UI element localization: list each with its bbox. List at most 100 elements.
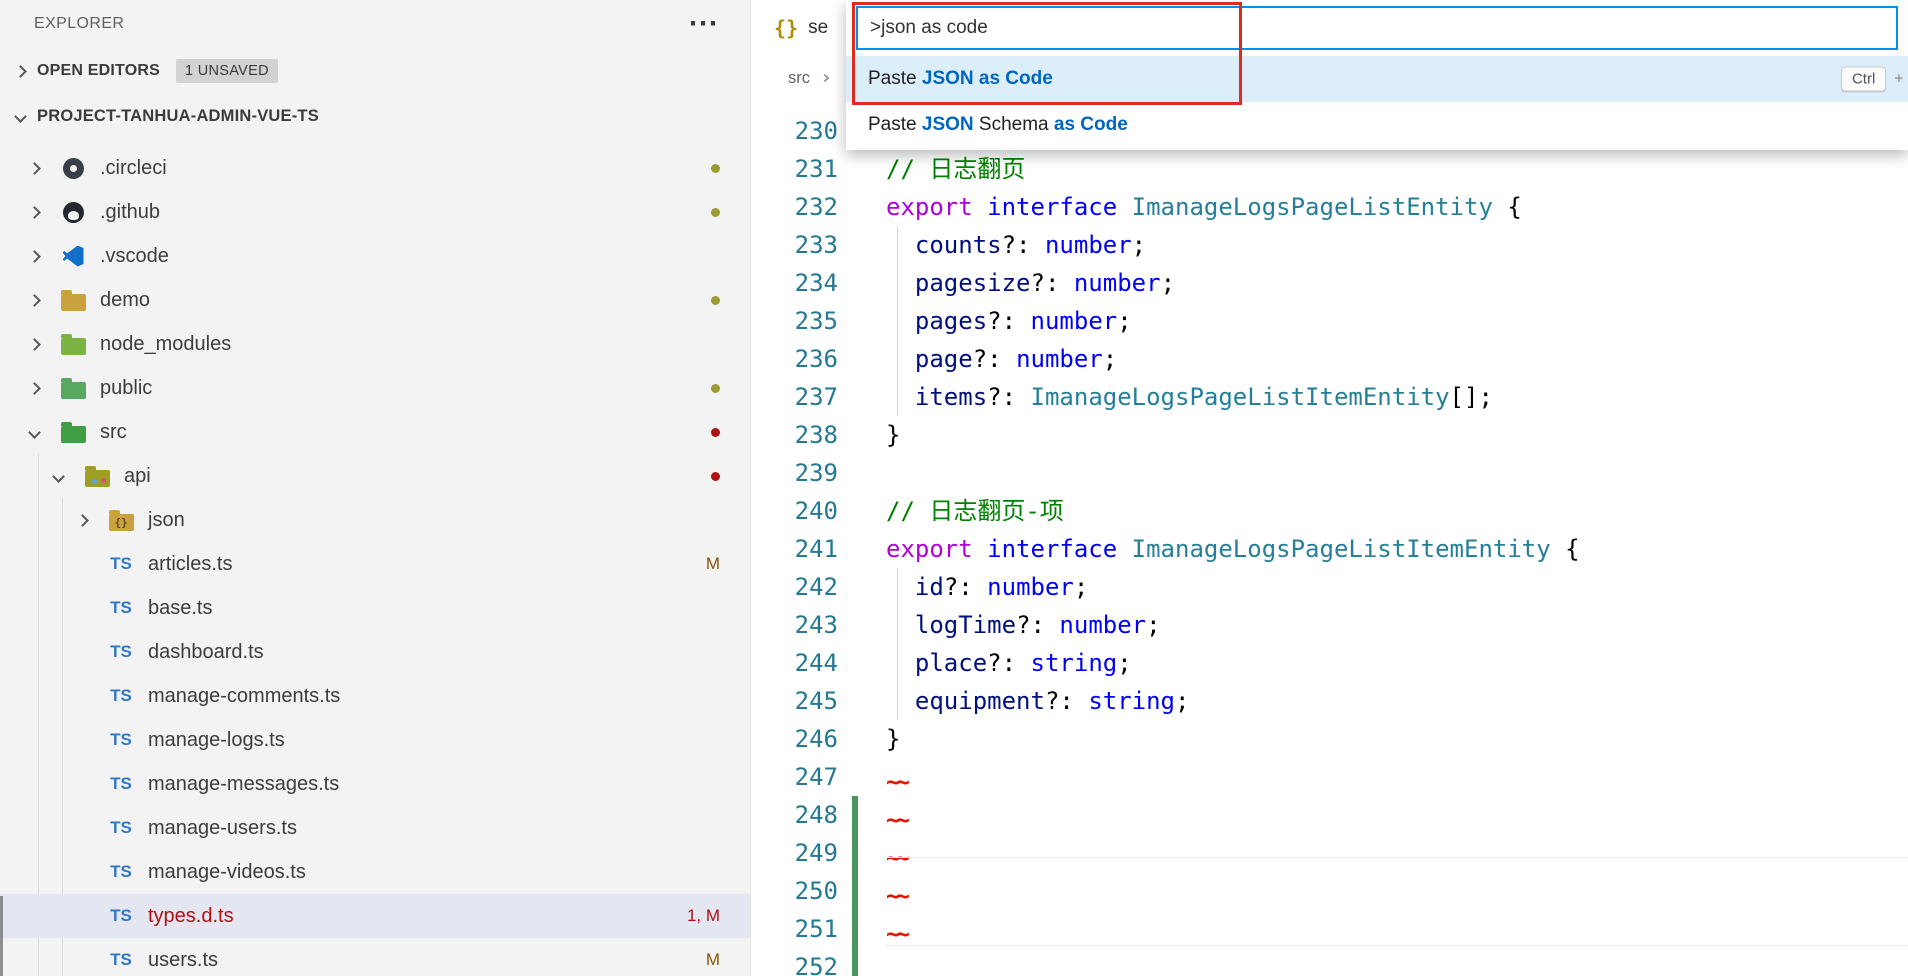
- tree-item-manage-logs-ts[interactable]: TS manage-logs.ts: [0, 718, 750, 762]
- code-line-233[interactable]: 233 counts?: number;: [752, 226, 1908, 264]
- tree-item-label: api: [124, 464, 151, 487]
- code-line-243[interactable]: 243 logTime?: number;: [752, 606, 1908, 644]
- git-status-badge: [711, 207, 720, 217]
- code-text: place?: string;: [914, 649, 1132, 677]
- code-line-241[interactable]: 241 export interface ImanageLogsPageListI…: [752, 530, 1908, 568]
- tree-item-label: manage-comments.ts: [148, 684, 341, 707]
- tree-item-articles-ts[interactable]: TS articles.ts M: [0, 542, 750, 586]
- code-line-251[interactable]: 251 ~~: [752, 910, 1908, 948]
- chevron-right-icon: [820, 73, 830, 83]
- tree-item-demo[interactable]: demo: [0, 278, 750, 322]
- tree-item-users-ts[interactable]: TS users.ts M: [0, 938, 750, 976]
- tree-item-manage-videos-ts[interactable]: TS manage-videos.ts: [0, 850, 750, 894]
- code-line-247[interactable]: 247 ~~: [752, 758, 1908, 796]
- indent-guide: [897, 682, 898, 720]
- chevron-right-icon: [28, 337, 41, 351]
- indent-guide: [897, 340, 898, 378]
- tree-item-github[interactable]: .github: [0, 190, 750, 234]
- tree-item-manage-users-ts[interactable]: TS manage-users.ts: [0, 806, 750, 850]
- open-editors-section[interactable]: OPEN EDITORS 1 UNSAVED: [0, 48, 750, 94]
- unsaved-badge: 1 UNSAVED: [176, 59, 278, 83]
- code-line-234[interactable]: 234 pagesize?: number;: [752, 264, 1908, 302]
- line-number: 243: [794, 611, 838, 639]
- code-text: export interface ImanageLogsPageListItem…: [886, 535, 1580, 563]
- tree-item-public[interactable]: public: [0, 366, 750, 410]
- tree-item-label: .vscode: [100, 244, 169, 267]
- line-number: 240: [794, 497, 838, 525]
- code-line-236[interactable]: 236 page?: number;: [752, 340, 1908, 378]
- line-number: 234: [794, 269, 838, 297]
- line-number: 230: [794, 117, 838, 145]
- git-added-indicator: [852, 910, 858, 948]
- typescript-icon: TS: [110, 818, 132, 837]
- ts-icon: TS: [104, 551, 138, 577]
- tree-item-manage-comments-ts[interactable]: TS manage-comments.ts: [0, 674, 750, 718]
- tree-item-vscode[interactable]: .vscode: [0, 234, 750, 278]
- tree-item-label: src: [100, 420, 127, 443]
- code-line-237[interactable]: 237 items?: ImanageLogsPageListItemEntit…: [752, 378, 1908, 416]
- project-section-header[interactable]: PROJECT-TANHUA-ADMIN-VUE-TS: [0, 94, 750, 138]
- code-line-242[interactable]: 242 id?: number;: [752, 568, 1908, 606]
- code-line-245[interactable]: 245 equipment?: string;: [752, 682, 1908, 720]
- command-item-0[interactable]: Paste JSON as CodeCtrl+Sh: [846, 56, 1908, 102]
- modified-badge: M: [705, 950, 720, 969]
- tree-item-label: manage-logs.ts: [148, 728, 285, 751]
- tree-item-json[interactable]: {} json: [0, 498, 750, 542]
- code-line-240[interactable]: 240 // 日志翻页-项: [752, 492, 1908, 530]
- divider-line: [886, 945, 1908, 946]
- tree-item-manage-messages-ts[interactable]: TS manage-messages.ts: [0, 762, 750, 806]
- command-input-wrap: [846, 0, 1908, 56]
- code-editor[interactable]: 230 231 // 日志翻页 232 export interface Imanage…: [752, 100, 1908, 976]
- typescript-icon: TS: [110, 686, 132, 705]
- circleci-logo-icon: [62, 157, 84, 179]
- folder-icon: [56, 287, 90, 313]
- chevron-slot: [26, 425, 56, 439]
- code-line-248[interactable]: 248 ~~: [752, 796, 1908, 834]
- code-line-252[interactable]: 252: [752, 948, 1908, 976]
- tree-item-label: manage-videos.ts: [148, 860, 306, 883]
- code-line-249[interactable]: 249 ~~: [752, 834, 1908, 872]
- code-line-231[interactable]: 231 // 日志翻页: [752, 150, 1908, 188]
- tree-item-label: manage-messages.ts: [148, 772, 340, 795]
- more-actions-icon[interactable]: ⋯: [688, 9, 720, 39]
- sidebar-scrollbar[interactable]: [0, 896, 3, 976]
- open-editors-label: OPEN EDITORS: [37, 62, 161, 79]
- tree-item-label: dashboard.ts: [148, 640, 264, 663]
- tree-item-api[interactable]: api: [0, 454, 750, 498]
- code-line-235[interactable]: 235 pages?: number;: [752, 302, 1908, 340]
- project-name: PROJECT-TANHUA-ADMIN-VUE-TS: [37, 106, 319, 125]
- tab-settings-json[interactable]: {} se: [752, 0, 851, 56]
- breadcrumb-item-src[interactable]: src: [788, 69, 810, 88]
- tree-item-label: types.d.ts: [148, 904, 234, 927]
- typescript-icon: TS: [110, 730, 132, 749]
- command-input[interactable]: [856, 6, 1898, 50]
- tree-item-circleci[interactable]: .circleci: [0, 146, 750, 190]
- code-lines: 230 231 // 日志翻页 232 export interface Imanage…: [752, 112, 1908, 976]
- explorer-title: EXPLORER: [34, 15, 125, 32]
- code-text: pagesize?: number;: [914, 269, 1176, 297]
- folder-icon: [80, 463, 114, 489]
- tree-item-node-modules[interactable]: node_modules: [0, 322, 750, 366]
- chevron-down-icon: [28, 425, 41, 439]
- chevron-right-icon: [28, 381, 41, 395]
- command-item-1[interactable]: Paste JSON Schema as Code: [846, 102, 1908, 148]
- tree-item-types-d-ts[interactable]: TS types.d.ts 1, M: [0, 894, 750, 938]
- code-line-239[interactable]: 239: [752, 454, 1908, 492]
- line-number: 233: [794, 231, 838, 259]
- modified-dot-icon: [711, 163, 720, 173]
- chevron-slot: [26, 381, 56, 395]
- tree-item-src[interactable]: src: [0, 410, 750, 454]
- code-line-238[interactable]: 238}: [752, 416, 1908, 454]
- code-line-244[interactable]: 244 place?: string;: [752, 644, 1908, 682]
- tree-item-base-ts[interactable]: TS base.ts: [0, 586, 750, 630]
- tree-item-label: .circleci: [100, 156, 167, 179]
- git-added-indicator: [852, 834, 858, 872]
- command-palette: Paste JSON as CodeCtrl+ShPaste JSON Sche…: [846, 0, 1908, 150]
- tree-item-dashboard-ts[interactable]: TS dashboard.ts: [0, 630, 750, 674]
- tree-item-label: base.ts: [148, 596, 213, 619]
- git-added-indicator: [852, 872, 858, 910]
- code-line-246[interactable]: 246}: [752, 720, 1908, 758]
- chevron-down-icon: [52, 469, 65, 483]
- code-line-232[interactable]: 232 export interface ImanageLogsPageListE…: [752, 188, 1908, 226]
- code-line-250[interactable]: 250 ~~: [752, 872, 1908, 910]
